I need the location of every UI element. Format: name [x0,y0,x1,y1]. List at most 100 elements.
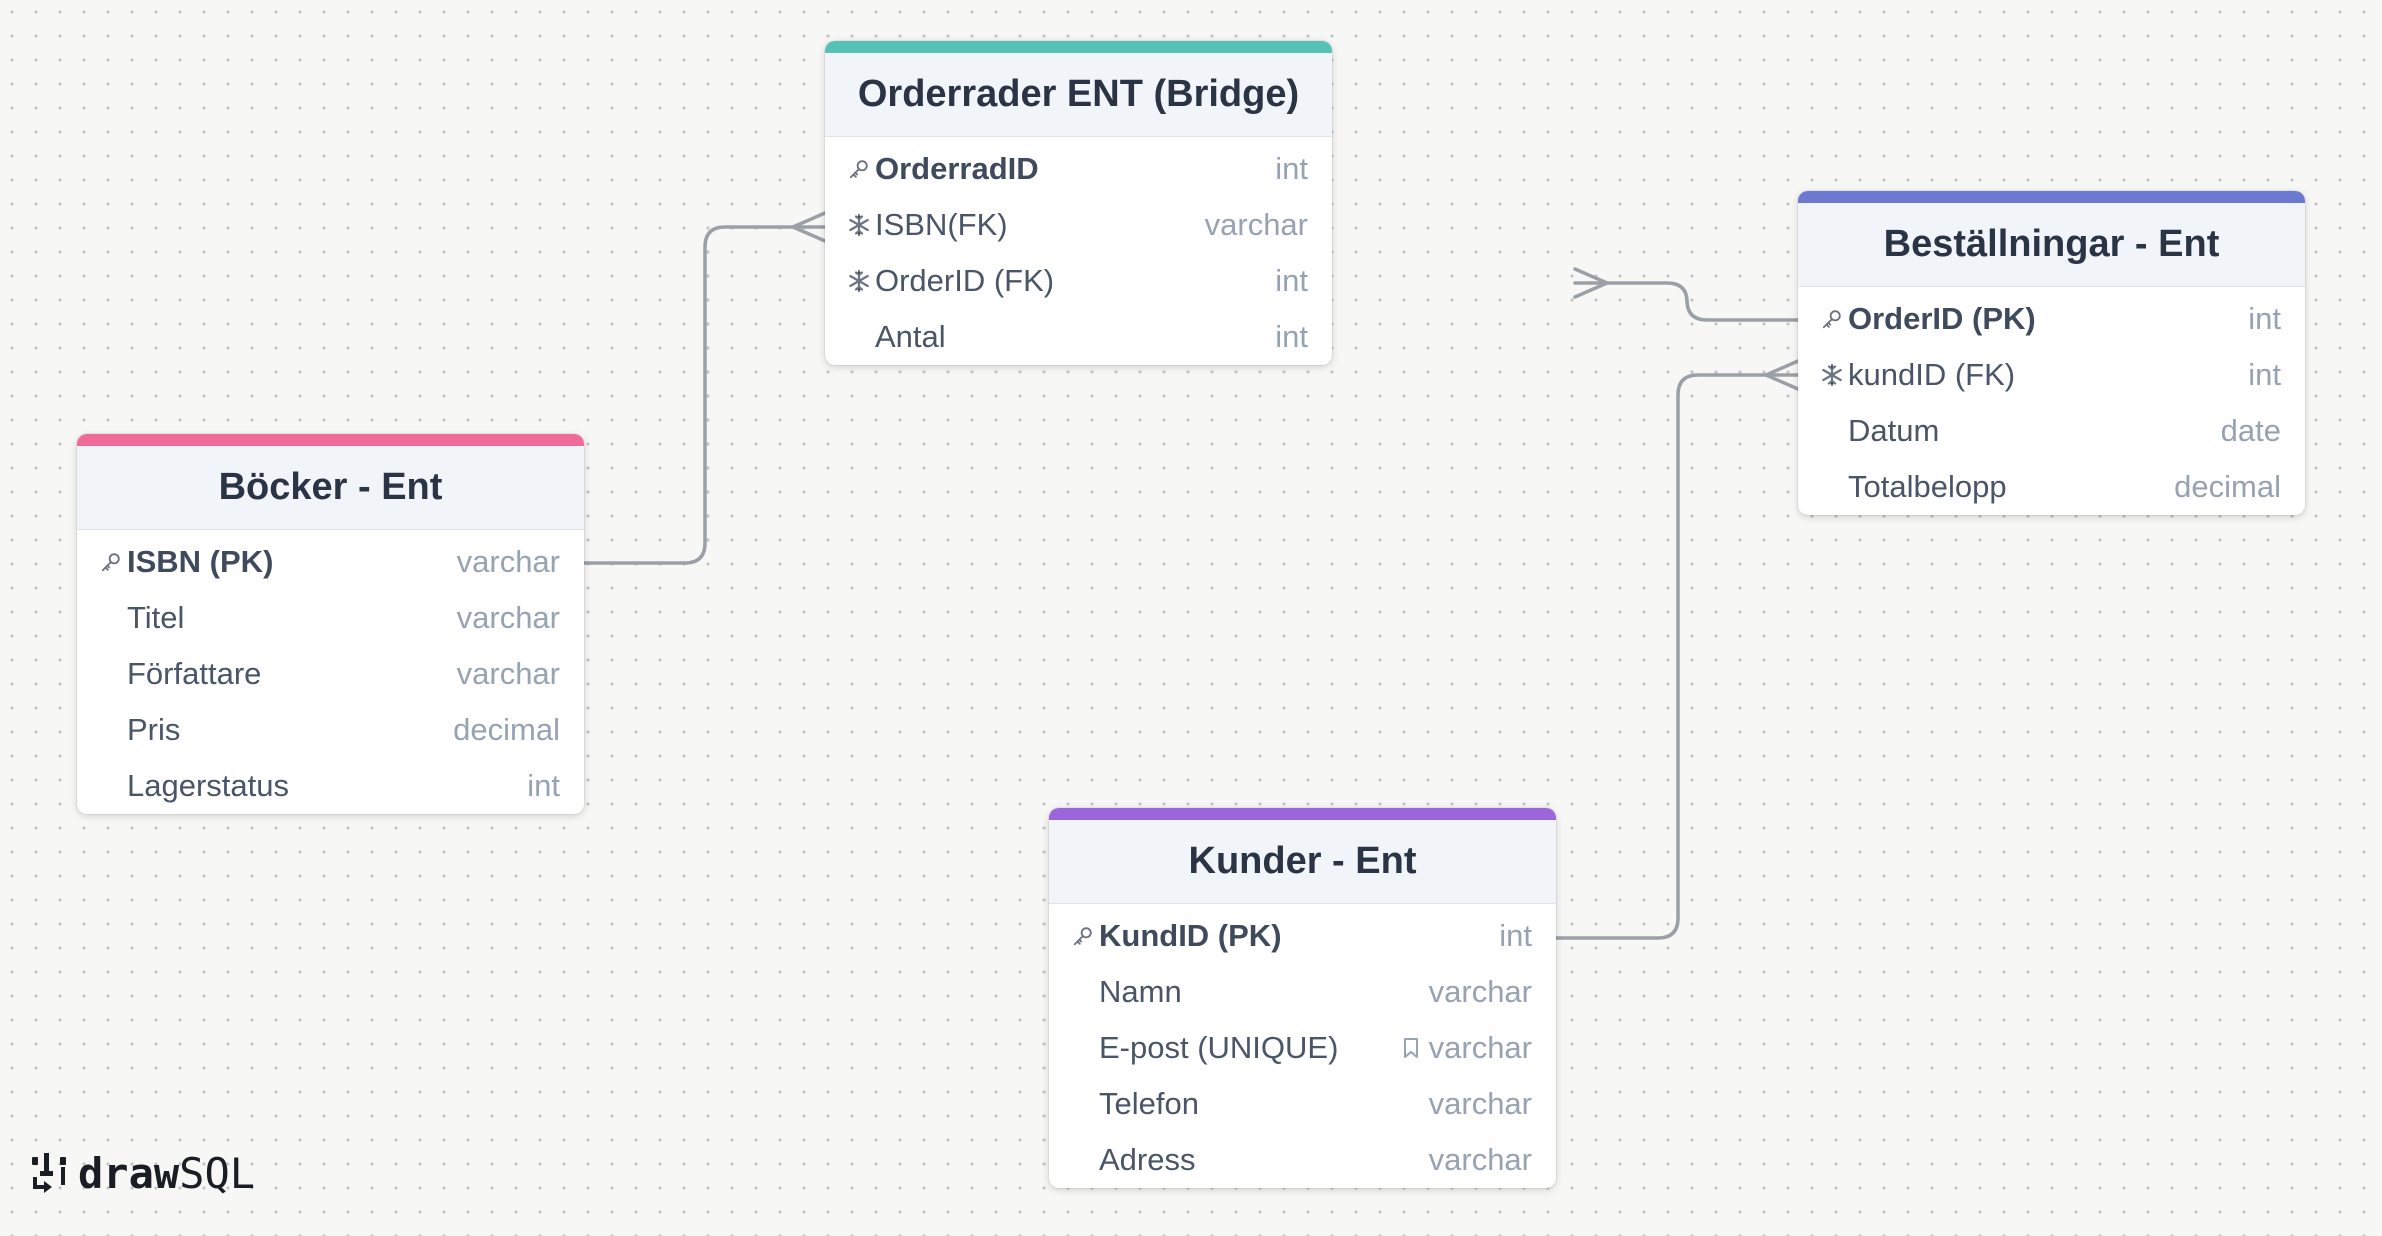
field-type: int [527,768,560,804]
field-name: Titel [127,600,185,635]
table-kunder[interactable]: Kunder - Ent KundID (PK) int Namn varchar E-… [1049,808,1556,1188]
field-type: varchar [1429,1086,1532,1122]
drawsql-logo-icon [32,1153,66,1193]
field-type: varchar [1401,1030,1532,1066]
logo-text-draw: draw [78,1148,180,1198]
field-type-label: int [2248,357,2281,392]
relation-bestallningar-orderrader[interactable] [1573,281,1800,322]
logo-text-sql: SQL [179,1148,256,1198]
field-type: int [1275,319,1308,355]
field-list: KundID (PK) int Namn varchar E-post (UNIQUE)… [1049,904,1556,1188]
field-row[interactable]: ISBN(FK) varchar [825,197,1332,253]
field-name: Datum [1848,413,1940,448]
field-row[interactable]: OrderID (PK) int [1798,291,2305,347]
table-title: Beställningar - Ent [1798,203,2305,287]
table-title: Böcker - Ent [77,446,584,530]
field-row[interactable]: Antal int [825,309,1332,365]
key-icon [1816,308,1848,330]
field-type-label: int [1275,319,1308,354]
field-name: Författare [127,656,262,691]
field-row[interactable]: ISBN (PK) varchar [77,534,584,590]
field-row[interactable]: Datum date [1798,403,2305,459]
field-row[interactable]: Adress varchar [1049,1132,1556,1188]
field-type-label: varchar [456,544,560,579]
field-row[interactable]: Lagerstatus int [77,758,584,814]
field-row[interactable]: kundID (FK) int [1798,347,2305,403]
field-name: OrderradID [875,151,1039,186]
field-row[interactable]: Titel varchar [77,590,584,646]
field-name: ISBN (PK) [127,544,274,579]
key-icon [95,551,127,573]
snowflake-icon [843,213,875,237]
field-type: varchar [457,600,560,636]
field-type: decimal [453,712,560,748]
field-type-label: varchar [1204,207,1308,242]
key-icon [843,158,875,180]
field-type-label: int [527,768,560,803]
field-row[interactable]: Namn varchar [1049,964,1556,1020]
field-type-label: decimal [453,712,560,747]
field-row[interactable]: Pris decimal [77,702,584,758]
field-type: varchar [1429,1142,1532,1178]
field-type: varchar [457,544,560,580]
snowflake-icon [1816,363,1848,387]
table-title: Orderrader ENT (Bridge) [825,53,1332,137]
key-icon [1067,925,1099,947]
field-name: Pris [127,712,181,747]
field-type-label: int [2248,301,2281,336]
field-name: ISBN(FK) [875,207,1008,242]
field-type: varchar [457,656,560,692]
field-name: Lagerstatus [127,768,289,803]
field-type-label: int [1275,263,1308,298]
table-orderrader[interactable]: Orderrader ENT (Bridge) OrderradID int ISB… [825,41,1332,365]
field-type-label: varchar [1428,1086,1532,1121]
field-type: int [1275,151,1308,187]
field-type-label: int [1275,151,1308,186]
relation-bocker-orderrader[interactable] [582,225,827,565]
field-type-label: varchar [1428,974,1532,1009]
field-row[interactable]: Totalbelopp decimal [1798,459,2305,515]
field-row[interactable]: OrderradID int [825,141,1332,197]
field-type-label: varchar [456,656,560,691]
table-color-bar [1798,191,2305,203]
field-name: OrderID (PK) [1848,301,2036,336]
field-type-label: decimal [2174,469,2281,504]
table-color-bar [825,41,1332,53]
field-type: varchar [1429,974,1532,1010]
snowflake-icon [843,269,875,293]
field-type: decimal [2174,469,2281,505]
field-type-label: date [2220,413,2281,448]
field-name: KundID (PK) [1099,918,1282,953]
relation-kunder-bestallningar[interactable] [1554,373,1800,940]
field-name: E-post (UNIQUE) [1099,1030,1339,1065]
field-type: int [2248,357,2281,393]
field-type: int [1499,918,1532,954]
field-row[interactable]: Telefon varchar [1049,1076,1556,1132]
field-type: date [2221,413,2281,449]
field-row[interactable]: Författare varchar [77,646,584,702]
field-row[interactable]: OrderID (FK) int [825,253,1332,309]
field-type: int [2248,301,2281,337]
table-color-bar [1049,808,1556,820]
field-type-label: int [1499,918,1532,953]
field-name: Namn [1099,974,1182,1009]
field-row[interactable]: KundID (PK) int [1049,908,1556,964]
field-type-label: varchar [1428,1030,1532,1065]
field-name: Adress [1099,1142,1196,1177]
table-bocker[interactable]: Böcker - Ent ISBN (PK) varchar Titel varcha… [77,434,584,814]
field-type-label: varchar [456,600,560,635]
field-list: OrderID (PK) int kundID (FK) int Datum date To… [1798,287,2305,515]
field-list: OrderradID int ISBN(FK) varchar OrderID (FK)… [825,137,1332,365]
field-name: Antal [875,319,946,354]
field-type: varchar [1205,207,1308,243]
field-type: int [1275,263,1308,299]
field-type-label: varchar [1428,1142,1532,1177]
field-name: Totalbelopp [1848,469,2007,504]
drawsql-logo: draw SQL [30,1145,255,1201]
field-name: OrderID (FK) [875,263,1055,298]
table-title: Kunder - Ent [1049,820,1556,904]
field-name: Telefon [1099,1086,1199,1121]
field-list: ISBN (PK) varchar Titel varchar Författare va… [77,530,584,814]
field-row[interactable]: E-post (UNIQUE) varchar [1049,1020,1556,1076]
table-bestallningar[interactable]: Beställningar - Ent OrderID (PK) int kundI… [1798,191,2305,515]
